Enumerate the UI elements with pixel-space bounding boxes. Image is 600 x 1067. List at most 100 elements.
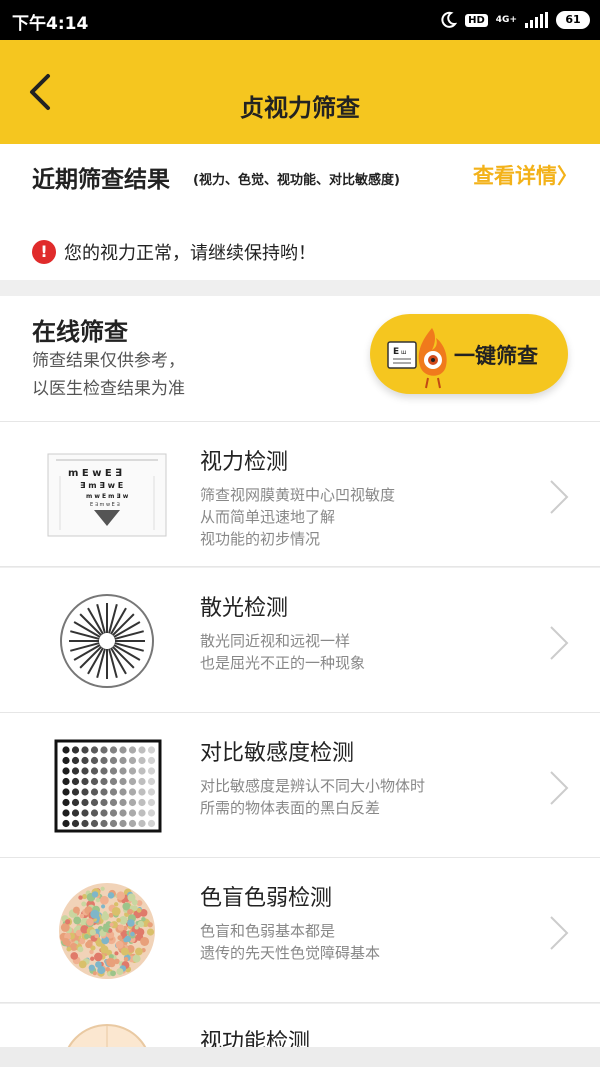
plate-dot (70, 952, 79, 960)
plate-dot (146, 928, 155, 936)
plate-dot (147, 922, 153, 928)
contrast-dot (128, 819, 137, 828)
contrast-dot (138, 788, 146, 796)
list-item-visual-acuity[interactable]: m E w E ∃ ∃ m ∃ w E m w E m ∃ w E ∃ m w … (0, 422, 600, 567)
list-item-visual-function[interactable]: 视功能检测 (0, 1004, 600, 1047)
contrast-dot (119, 788, 127, 796)
plate-dot (110, 970, 116, 977)
contrast-dot (119, 809, 127, 817)
view-details-link[interactable]: 查看详情〉 (473, 160, 578, 190)
plate-dot (115, 940, 124, 949)
desc-line: 视功能的初步情况 (200, 530, 321, 548)
recent-results-title: 近期筛查结果 (32, 167, 170, 193)
plate-dot (79, 913, 85, 919)
contrast-dot (71, 819, 80, 828)
plate-dot (65, 919, 71, 925)
contrast-dot (81, 798, 89, 807)
svg-text:E: E (393, 347, 399, 357)
contrast-dot (62, 819, 70, 828)
contrast-dot (81, 777, 89, 786)
contrast-dot (119, 777, 127, 786)
plate-dot (73, 916, 82, 925)
contrast-dot (71, 756, 80, 765)
contrast-dot (90, 777, 99, 786)
desc-line: 对比敏感度是辨认不同大小物体时 (200, 777, 426, 795)
exclamation-icon: ! (32, 240, 56, 264)
contrast-dot (147, 819, 156, 828)
test-name: 视功能检测 (200, 1030, 311, 1047)
plate-dot (62, 937, 70, 946)
contrast-dot (62, 746, 70, 754)
desc-line: 遗传的先天性色觉障碍基本 (200, 944, 381, 962)
plate-dot (86, 918, 94, 926)
contrast-dot (109, 798, 118, 807)
contrast-dot (119, 798, 127, 807)
recent-results-card: 近期筛查结果 (视力、色觉、视功能、对比敏感度) 查看详情〉 ! 您的视力正常，… (0, 144, 600, 280)
plate-dot (95, 897, 101, 903)
contrast-dot (90, 798, 99, 807)
plate-dot (101, 912, 110, 921)
contrast-dot (109, 819, 118, 828)
contrast-dot (90, 819, 99, 828)
test-name: 散光检测 (200, 596, 289, 621)
contrast-dot (90, 809, 99, 817)
contrast-dot (71, 777, 80, 786)
list-item-astigmatism[interactable]: 散光检测 散光同近视和远视一样 也是屈光不正的一种现象 (0, 568, 600, 713)
contrast-dot (147, 809, 156, 817)
list-item-contrast-sensitivity[interactable]: 对比敏感度检测 对比敏感度是辨认不同大小物体时 所需的物体表面的黑白反差 (0, 713, 600, 858)
online-screening-section: 在线筛查 筛查结果仅供参考， 以医生检查结果为准 E ш 一键筛查 (0, 296, 600, 422)
status-alert: ! 您的视力正常，请继续保持哟！ (32, 239, 316, 265)
plate-dot (78, 895, 83, 900)
test-description: 对比敏感度是辨认不同大小物体时 所需的物体表面的黑白反差 (200, 775, 425, 819)
contrast-dot (138, 777, 146, 786)
desc-line: 从而简单迅速地了解 (200, 508, 336, 526)
svg-text:m w E m ∃ w: m w E m ∃ w (86, 493, 129, 500)
contrast-dot (138, 798, 146, 807)
plate-dot (99, 895, 109, 905)
plate-dot (72, 906, 80, 914)
contrast-dot (90, 788, 99, 796)
battery-level: 61 (565, 13, 581, 26)
test-name: 对比敏感度检测 (200, 741, 355, 766)
contrast-dot (138, 809, 146, 817)
list-item-color-blindness[interactable]: 色盲色弱检测 色盲和色弱基本都是 遗传的先天性色觉障碍基本 (0, 858, 600, 1003)
contrast-dot (138, 767, 146, 775)
plate-dot (109, 922, 114, 927)
contrast-dot (90, 767, 99, 775)
alert-text: 您的视力正常，请继续保持哟！ (64, 243, 316, 264)
contrast-dot (109, 746, 118, 754)
contrast-dot (109, 777, 118, 786)
contrast-dot (62, 767, 70, 775)
contrast-dot (119, 746, 127, 754)
contrast-dot (81, 767, 89, 775)
plate-dot (137, 920, 145, 928)
contrast-dot (62, 809, 70, 817)
plate-dot (127, 893, 136, 902)
contrast-dot (71, 788, 80, 796)
plate-dot (130, 931, 135, 937)
plate-dot (120, 947, 129, 956)
contrast-dot (81, 809, 89, 817)
battery-icon: 61 (556, 11, 590, 29)
plate-dot (78, 960, 87, 969)
contrast-dot (100, 756, 108, 765)
one-click-screening-button[interactable]: E ш 一键筛查 (370, 314, 568, 394)
contrast-dot (71, 809, 80, 817)
contrast-dot (90, 756, 99, 765)
chevron-right-icon (550, 916, 569, 950)
contrast-dot (100, 809, 108, 817)
plate-dot (114, 951, 119, 956)
plate-dot (94, 952, 103, 962)
contrast-dot (90, 746, 99, 754)
app-bar: 贞视力筛查 (0, 40, 600, 144)
contrast-dot (128, 767, 137, 775)
eye-chart-icon: m E w E ∃ ∃ m ∃ w E m w E m ∃ w E ∃ m w … (47, 453, 167, 537)
contrast-dot (128, 809, 137, 817)
plate-dot (100, 945, 109, 954)
contrast-dot (62, 788, 70, 796)
online-screening-title: 在线筛查 (32, 318, 128, 346)
plate-dot (66, 946, 72, 952)
plate-dot (77, 946, 84, 953)
contrast-dot (100, 777, 108, 786)
contrast-dot (62, 756, 70, 765)
